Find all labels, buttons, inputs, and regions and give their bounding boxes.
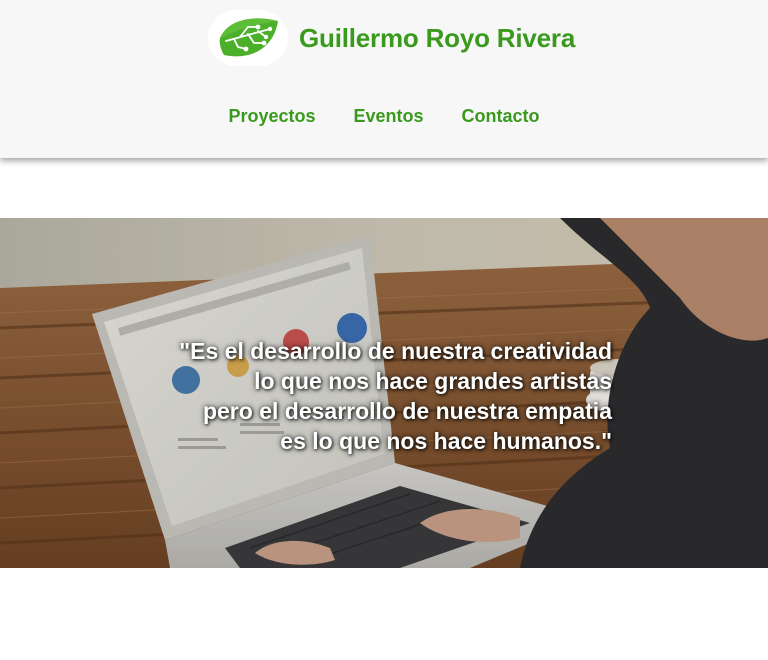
- nav-item-proyectos[interactable]: Proyectos: [228, 106, 315, 127]
- site-title[interactable]: Guillermo Royo Rivera: [299, 23, 575, 54]
- hero-banner: "Es el desarrollo de nuestra creatividad…: [0, 218, 768, 568]
- quote-line: "Es el desarrollo de nuestra creatividad: [179, 338, 612, 364]
- quote-line: es lo que nos hace humanos.": [280, 428, 612, 454]
- leaf-circuit-icon[interactable]: [208, 10, 288, 66]
- nav-item-eventos[interactable]: Eventos: [354, 106, 424, 127]
- hero-quote: "Es el desarrollo de nuestra creatividad…: [0, 336, 612, 456]
- site-header: Guillermo Royo Rivera Proyectos Eventos …: [0, 0, 768, 158]
- nav-item-contacto[interactable]: Contacto: [462, 106, 540, 127]
- quote-line: pero el desarrollo de nuestra empatia: [202, 398, 612, 424]
- quote-line: lo que nos hace grandes artistas: [254, 368, 612, 394]
- main-nav: Proyectos Eventos Contacto: [0, 106, 768, 127]
- brand[interactable]: Guillermo Royo Rivera: [208, 10, 575, 66]
